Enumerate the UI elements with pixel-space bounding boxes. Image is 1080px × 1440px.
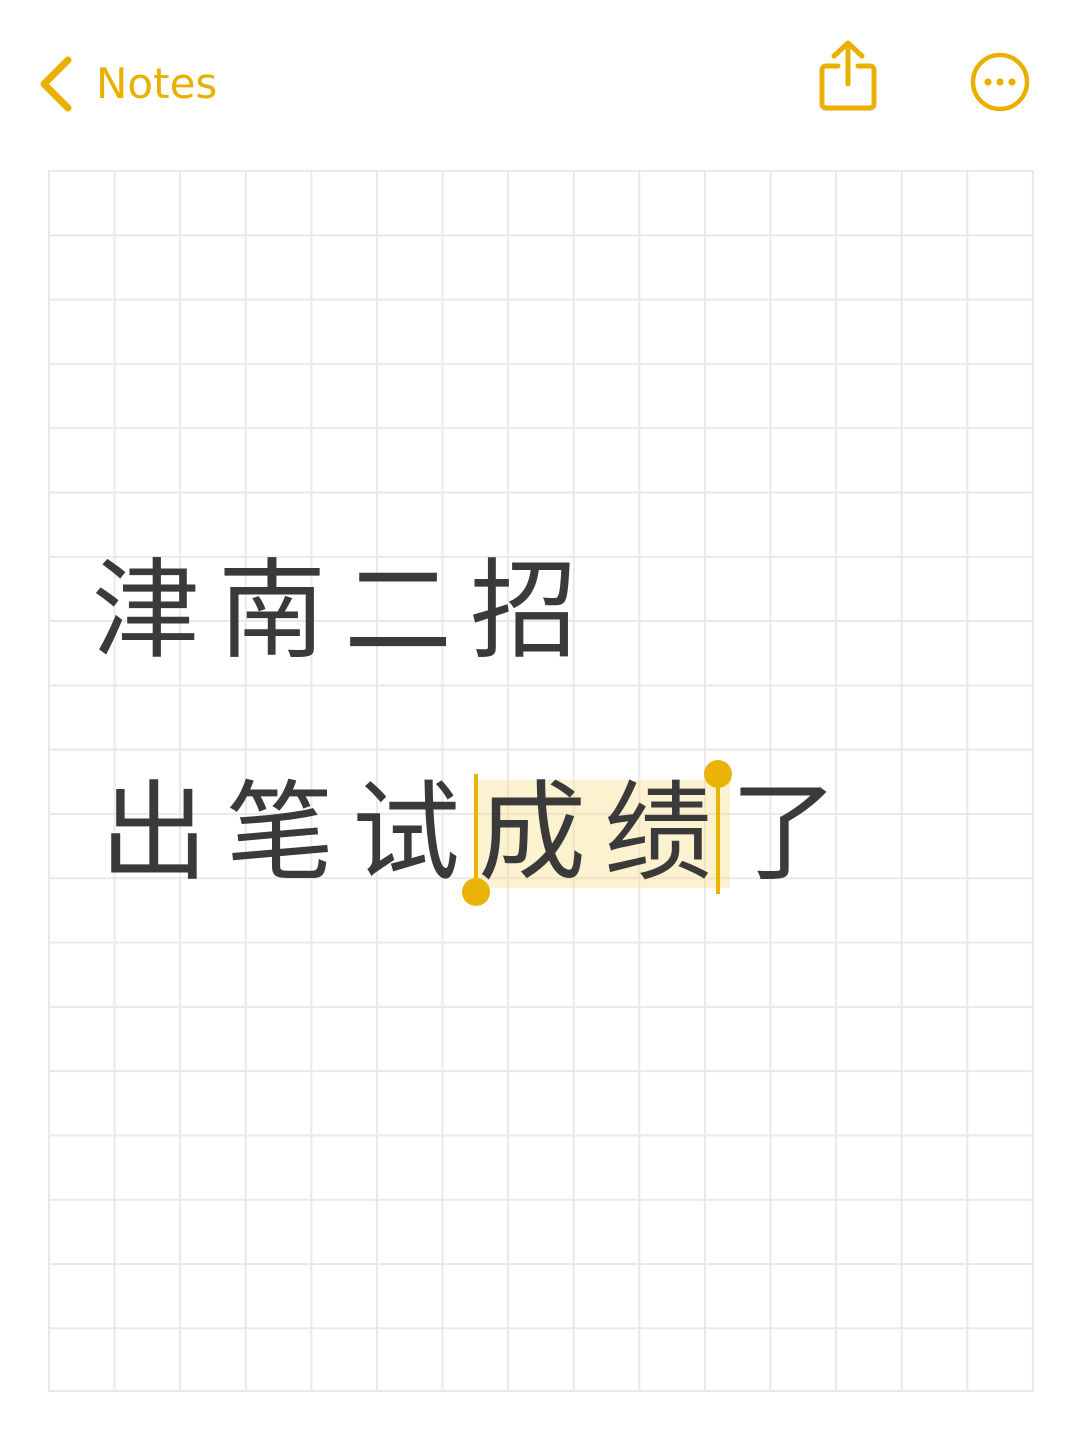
- selection-start-caret: [474, 774, 479, 890]
- selection-end-handle[interactable]: [704, 760, 733, 788]
- note-text-line-1[interactable]: 津南二招: [92, 558, 596, 666]
- share-button[interactable]: [814, 38, 882, 116]
- navigation-bar: Notes: [0, 0, 1080, 160]
- selection-start-handle[interactable]: [462, 878, 491, 906]
- note-text-after-selection: 了: [730, 771, 857, 896]
- selected-text: 成绩: [478, 771, 731, 896]
- back-label: Notes: [96, 59, 218, 108]
- back-button[interactable]: Notes: [36, 52, 217, 116]
- note-text-line-2[interactable]: 出笔试 成绩了: [100, 760, 856, 906]
- selection-end-caret: [716, 774, 721, 894]
- text-selection[interactable]: 成绩: [462, 760, 733, 906]
- share-icon: [819, 40, 877, 111]
- ellipsis-circle-icon: [970, 52, 1030, 112]
- more-button[interactable]: [968, 50, 1032, 114]
- chevron-left-icon: [40, 56, 72, 112]
- note-text-before-selection: 出笔试: [100, 771, 479, 896]
